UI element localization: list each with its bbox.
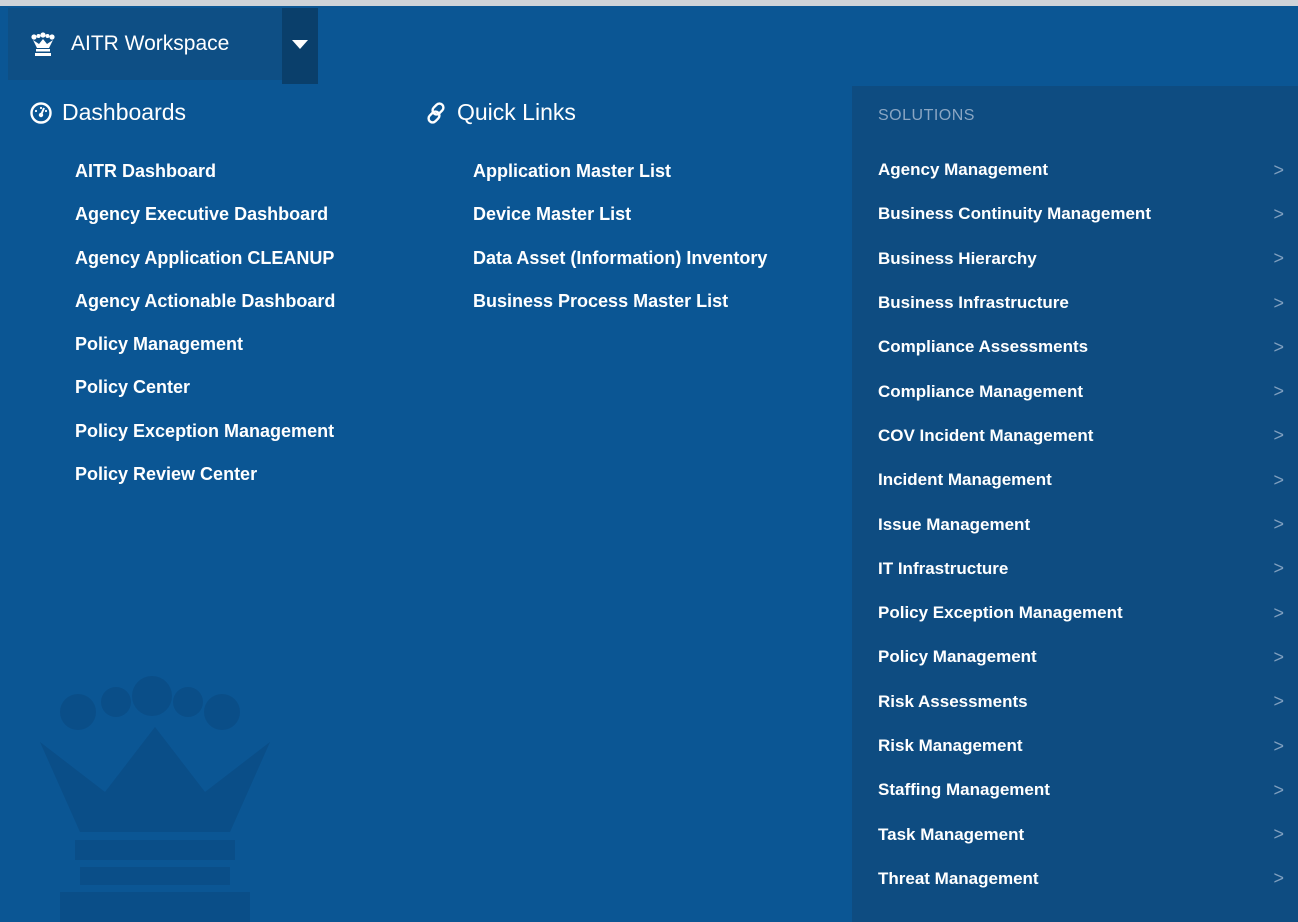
solution-item[interactable]: Policy Exception Management >: [878, 591, 1286, 635]
solution-item-label: Policy Exception Management: [878, 603, 1123, 623]
quick-link[interactable]: Device Master List: [473, 193, 767, 236]
solution-item-label: Staffing Management: [878, 780, 1050, 800]
solution-item[interactable]: Threat Management >: [878, 857, 1286, 901]
dashboards-heading: Dashboards: [30, 99, 186, 126]
solution-item-label: IT Infrastructure: [878, 558, 1009, 578]
chevron-right-icon: >: [1273, 868, 1284, 889]
dashboard-gauge-icon: [30, 101, 52, 124]
chevron-right-icon: >: [1273, 735, 1284, 756]
quick-link[interactable]: Business Process Master List: [473, 280, 767, 323]
chevron-right-icon: >: [1273, 159, 1284, 180]
solution-item[interactable]: Risk Assessments >: [878, 680, 1286, 724]
chevron-right-icon: >: [1273, 336, 1284, 357]
solution-item-label: COV Incident Management: [878, 425, 1094, 445]
quick-link[interactable]: Application Master List: [473, 150, 767, 193]
solution-item-label: Business Hierarchy: [878, 248, 1037, 268]
dashboard-link[interactable]: Agency Actionable Dashboard: [75, 280, 335, 323]
solution-item[interactable]: IT Infrastructure >: [878, 547, 1286, 591]
chevron-right-icon: >: [1273, 779, 1284, 800]
workspace-dropdown-button[interactable]: [282, 8, 318, 84]
quick-link[interactable]: Data Asset (Information) Inventory: [473, 237, 767, 280]
solution-item-label: Issue Management: [878, 514, 1031, 534]
solution-item[interactable]: Policy Management >: [878, 635, 1286, 679]
solution-item-label: Threat Management: [878, 868, 1039, 888]
solution-item[interactable]: Staffing Management >: [878, 768, 1286, 812]
solution-item[interactable]: Issue Management >: [878, 502, 1286, 546]
solution-item-label: Compliance Assessments: [878, 337, 1089, 357]
solution-item[interactable]: Incident Management >: [878, 458, 1286, 502]
quick-links-heading-label: Quick Links: [457, 99, 576, 125]
dashboards-list: AITR Dashboard Agency Executive Dashboar…: [75, 150, 335, 496]
solutions-heading: SOLUTIONS: [878, 107, 975, 124]
solution-item-label: Incident Management: [878, 470, 1052, 490]
chevron-right-icon: >: [1273, 558, 1284, 579]
solution-item[interactable]: Agency Management >: [878, 148, 1286, 192]
chevron-right-icon: >: [1273, 425, 1284, 446]
dashboard-link[interactable]: AITR Dashboard: [75, 150, 335, 193]
dashboard-link[interactable]: Policy Exception Management: [75, 410, 335, 453]
chevron-right-icon: >: [1273, 514, 1284, 535]
chevron-right-icon: >: [1273, 469, 1284, 490]
chevron-right-icon: >: [1273, 203, 1284, 224]
solution-item[interactable]: Task Management >: [878, 812, 1286, 856]
dashboard-link[interactable]: Policy Management: [75, 323, 335, 366]
solution-item-label: Risk Assessments: [878, 691, 1028, 711]
solution-item[interactable]: Compliance Management >: [878, 369, 1286, 413]
solution-item[interactable]: Business Infrastructure >: [878, 281, 1286, 325]
solution-item-label: Policy Management: [878, 647, 1037, 667]
link-icon: [427, 101, 445, 124]
dashboards-heading-label: Dashboards: [62, 99, 187, 125]
solution-item[interactable]: Business Continuity Management >: [878, 192, 1286, 236]
solution-item[interactable]: Risk Management >: [878, 724, 1286, 768]
workspace-button[interactable]: AITR Workspace: [8, 8, 282, 80]
crown-watermark-icon: [40, 676, 270, 922]
solution-item-label: Business Continuity Management: [878, 204, 1151, 224]
crown-icon: [31, 32, 55, 56]
quick-links-list: Application Master List Device Master Li…: [473, 150, 767, 323]
workspace-label: AITR Workspace: [71, 32, 230, 55]
dashboard-link[interactable]: Agency Executive Dashboard: [75, 193, 335, 236]
solution-item-label: Risk Management: [878, 736, 1023, 755]
solution-item-label: Business Infrastructure: [878, 293, 1069, 313]
solution-item[interactable]: Compliance Assessments >: [878, 325, 1286, 369]
caret-down-icon: [292, 39, 308, 49]
solution-item[interactable]: COV Incident Management >: [878, 414, 1286, 458]
dashboard-link[interactable]: Policy Review Center: [75, 453, 335, 496]
dashboard-link[interactable]: Policy Center: [75, 366, 335, 409]
solution-item[interactable]: Business Hierarchy >: [878, 237, 1286, 281]
chevron-right-icon: >: [1273, 292, 1284, 313]
solutions-list: Agency Management > Business Continuity M…: [878, 148, 1286, 901]
chevron-right-icon: >: [1273, 248, 1284, 269]
solution-item-label: Task Management: [878, 824, 1025, 844]
chevron-right-icon: >: [1273, 381, 1284, 402]
chevron-right-icon: >: [1273, 646, 1284, 667]
solution-item-label: Compliance Management: [878, 381, 1083, 401]
quick-links-heading: Quick Links: [425, 99, 576, 126]
dashboard-link[interactable]: Agency Application CLEANUP: [75, 237, 335, 280]
solution-item-label: Agency Management: [878, 160, 1049, 180]
chevron-right-icon: >: [1273, 602, 1284, 623]
solutions-panel: SOLUTIONS Agency Management > Business Co…: [852, 86, 1298, 922]
chevron-right-icon: >: [1273, 824, 1284, 845]
top-bar: AITR Workspace: [0, 0, 1298, 86]
chevron-right-icon: >: [1273, 691, 1284, 712]
